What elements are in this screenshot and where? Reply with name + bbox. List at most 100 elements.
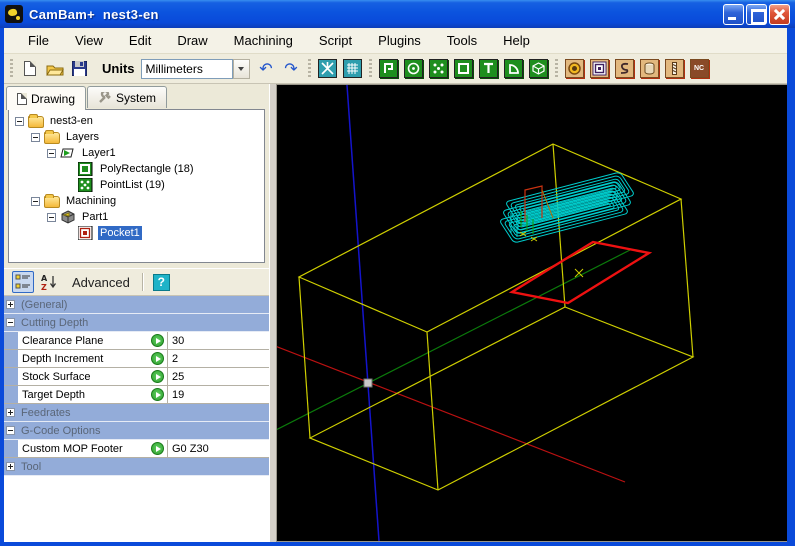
category-feedrates[interactable]: Feedrates (4, 404, 269, 422)
apply-arrow-icon[interactable] (151, 388, 164, 401)
collapse-icon[interactable] (47, 213, 56, 222)
undo-icon: ↶ (259, 61, 272, 77)
menu-draw[interactable]: Draw (167, 30, 217, 51)
redo-button[interactable]: ↷ (280, 57, 303, 80)
draw-surface-button[interactable] (527, 57, 550, 80)
tree-item-polyrectangle[interactable]: PolyRectangle (18) (9, 161, 264, 177)
draw-pointlist-button[interactable] (427, 57, 450, 80)
toolbar-grip[interactable] (10, 59, 13, 79)
wrench-icon (98, 92, 112, 104)
tree-item-layer1[interactable]: Layer1 (9, 145, 264, 161)
value-cell[interactable]: 19 (168, 386, 269, 403)
collapse-icon[interactable] (31, 133, 40, 142)
collapse-icon[interactable] (6, 426, 15, 435)
tree-item-machining[interactable]: Machining (9, 193, 264, 209)
tab-drawing-label: Drawing (31, 92, 75, 106)
property-row-stock-surface[interactable]: Stock Surface 25 (4, 368, 269, 386)
menu-machining[interactable]: Machining (224, 30, 303, 51)
gcode-icon: NC (690, 59, 709, 78)
expand-icon[interactable] (6, 408, 15, 417)
tree-item-nest3-en[interactable]: nest3-en (9, 113, 264, 129)
generate-gcode-button[interactable]: NC (688, 57, 711, 80)
category-cutting-depth[interactable]: Cutting Depth (4, 314, 269, 332)
property-toolbar: AZ Advanced ? (4, 268, 269, 296)
apply-arrow-icon[interactable] (151, 334, 164, 347)
menu-tools[interactable]: Tools (437, 30, 487, 51)
pointlist-icon (78, 178, 94, 192)
panel-splitter[interactable] (269, 84, 277, 542)
expand-icon[interactable] (6, 462, 15, 471)
tab-drawing[interactable]: Drawing (6, 86, 86, 110)
new-file-button[interactable] (18, 57, 41, 80)
toolbar-grip[interactable] (555, 59, 558, 79)
pointlist-icon (429, 59, 448, 78)
value-cell[interactable]: 30 (168, 332, 269, 349)
categorized-view-button[interactable] (12, 271, 34, 293)
machine-pocket-button[interactable] (588, 57, 611, 80)
save-button[interactable] (68, 57, 91, 80)
toggle-axes-button[interactable] (316, 57, 339, 80)
draw-polyline-button[interactable] (377, 57, 400, 80)
help-button[interactable]: ? (153, 274, 170, 291)
alphabetical-sort-button[interactable]: AZ (38, 271, 60, 293)
property-row-clearance-plane[interactable]: Clearance Plane 30 (4, 332, 269, 350)
property-row-custom-mop-footer[interactable]: Custom MOP Footer G0 Z30 (4, 440, 269, 458)
menu-edit[interactable]: Edit (119, 30, 161, 51)
toolbar-grip[interactable] (369, 59, 372, 79)
property-row-target-depth[interactable]: Target Depth 19 (4, 386, 269, 404)
collapse-icon[interactable] (15, 117, 24, 126)
tab-system[interactable]: System (87, 86, 167, 108)
category-gcode-options[interactable]: G-Code Options (4, 422, 269, 440)
machine-drill-button[interactable] (638, 57, 661, 80)
title-bar[interactable]: CamBam+ nest3-en (0, 0, 795, 28)
apply-arrow-icon[interactable] (151, 352, 164, 365)
value-cell[interactable]: 2 (168, 350, 269, 367)
menu-script[interactable]: Script (309, 30, 362, 51)
value-cell[interactable]: G0 Z30 (168, 440, 269, 457)
tree-item-layers[interactable]: Layers (9, 129, 264, 145)
viewport-3d[interactable] (277, 84, 787, 542)
units-dropdown-button[interactable] (233, 59, 250, 79)
collapse-icon[interactable] (31, 197, 40, 206)
advanced-button[interactable]: Advanced (72, 275, 130, 290)
toolbar-grip[interactable] (308, 59, 311, 79)
part-icon (60, 210, 76, 224)
machine-lathe-button[interactable] (663, 57, 686, 80)
machine-profile-button[interactable] (563, 57, 586, 80)
category-tool[interactable]: Tool (4, 458, 269, 476)
draw-circle-button[interactable] (402, 57, 425, 80)
drawing-tree[interactable]: nest3-en Layers Layer1 PolyRectangle (18… (8, 109, 265, 263)
menu-plugins[interactable]: Plugins (368, 30, 431, 51)
open-file-button[interactable] (43, 57, 66, 80)
machine-engrave-button[interactable] (613, 57, 636, 80)
value-cell[interactable]: 25 (168, 368, 269, 385)
close-button[interactable] (769, 4, 790, 25)
units-combobox[interactable]: Millimeters (141, 59, 233, 79)
minimize-button[interactable] (723, 4, 744, 25)
profile-mop-icon (565, 59, 584, 78)
tree-item-pocket1[interactable]: Pocket1 (9, 225, 264, 241)
menu-file[interactable]: File (18, 30, 59, 51)
tree-item-pointlist[interactable]: PointList (19) (9, 177, 264, 193)
menu-view[interactable]: View (65, 30, 113, 51)
apply-arrow-icon[interactable] (151, 442, 164, 455)
toggle-grid-button[interactable] (341, 57, 364, 80)
collapse-icon[interactable] (47, 149, 56, 158)
draw-arc-button[interactable] (502, 57, 525, 80)
expand-icon[interactable] (6, 300, 15, 309)
undo-button[interactable]: ↶ (255, 57, 278, 80)
menu-help[interactable]: Help (493, 30, 540, 51)
tree-item-part1[interactable]: Part1 (9, 209, 264, 225)
property-row-depth-increment[interactable]: Depth Increment 2 (4, 350, 269, 368)
svg-text:Z: Z (41, 283, 47, 290)
draw-rectangle-button[interactable] (452, 57, 475, 80)
apply-arrow-icon[interactable] (151, 370, 164, 383)
axes-icon (318, 59, 337, 78)
collapse-icon[interactable] (6, 318, 15, 327)
svg-text:A: A (41, 274, 48, 283)
maximize-button[interactable] (746, 4, 767, 25)
draw-text-button[interactable] (477, 57, 500, 80)
category-general[interactable]: (General) (4, 296, 269, 314)
panel-tabs: Drawing System (6, 86, 168, 108)
units-label: Units (102, 61, 135, 76)
